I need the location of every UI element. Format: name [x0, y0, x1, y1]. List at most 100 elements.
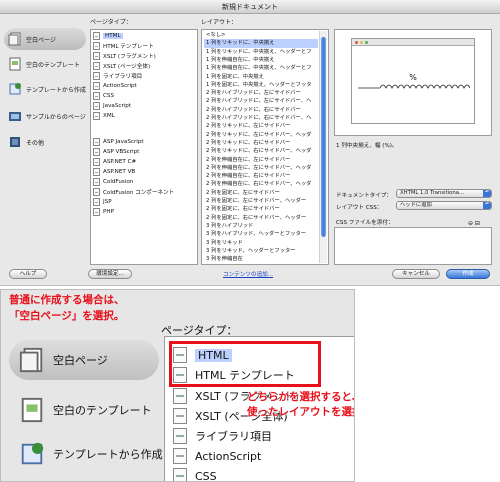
zoom-sidebar-item-blank-template[interactable]: 空白のテンプレート: [9, 390, 159, 430]
list-item[interactable]: ColdFusion コンポーネント: [93, 187, 174, 196]
preview-window-bar: [352, 39, 474, 46]
zoomed-dialog-callout: 普通に作成する場合は、 「空白ページ」を選択。 ページタイプ： 空白ページ 空白…: [0, 289, 355, 482]
list-item[interactable]: XSLT (フラグメント): [93, 51, 156, 60]
layout-list-item[interactable]: 2 列をリキッドに、左にサイドバー: [204, 122, 318, 130]
list-item[interactable]: ASP JavaScript: [93, 137, 144, 146]
attach-css-tools[interactable]: ⊖ ⊟: [468, 220, 480, 227]
attach-css-label: CSS ファイルを添付：: [336, 220, 394, 226]
sample-page-icon: [9, 112, 21, 121]
php-file-icon: [93, 207, 100, 216]
dialog-title: 新規ドキュメント: [222, 3, 278, 11]
layout-list-item[interactable]: 1 列をリキッドに、中央揃え: [204, 39, 318, 48]
layout-list-item[interactable]: 2 列を固定に、右にサイドバー、ヘッダー: [204, 214, 318, 222]
sidebar-item-from-template[interactable]: テンプレートから作成: [4, 78, 86, 100]
list-item[interactable]: HTML テンプレート: [93, 41, 154, 50]
layout-list[interactable]: <なし> 1 列をリキッドに、中央揃え 1 列をリキッドに、中央揃え、ヘッダーとフ 1…: [201, 29, 329, 265]
layout-list-item[interactable]: 1 列を伸縮自在に、中央揃え: [204, 56, 318, 64]
sidebar-item-label: 空白ページ: [26, 36, 56, 44]
list-item[interactable]: CSS: [173, 467, 217, 481]
template-icon: [9, 83, 21, 95]
layout-list-item[interactable]: 1 列をリキッドに、中央揃え、ヘッダーとフ: [204, 48, 318, 56]
create-button[interactable]: 作成: [446, 269, 490, 279]
layout-list-item[interactable]: 2 列をリキッドに、右にサイドバー: [204, 139, 318, 147]
sidebar-item-sample-page[interactable]: サンプルからのページ: [4, 105, 86, 127]
sidebar-item-label: その他: [26, 139, 45, 147]
list-item[interactable]: ActionScript: [93, 81, 137, 90]
layout-list-item[interactable]: 2 列をハイブリッドに、左にサイドバー、ヘ: [204, 97, 318, 105]
layout-list-item[interactable]: 3 列をリキッド、ヘッダーとフッター: [204, 247, 318, 255]
add-content-link[interactable]: コンテンツの追加...: [223, 270, 273, 278]
sidebar-item-label: テンプレートから作成: [26, 86, 86, 94]
coldfusion-file-icon: [93, 187, 100, 196]
layout-list-item[interactable]: 1 列を固定に、中央揃え: [204, 73, 318, 81]
attached-css-list[interactable]: [334, 227, 492, 265]
xslt-file-icon: [173, 388, 187, 404]
layout-list-item[interactable]: 2 列をリキッドに、左にサイドバー、ヘッダ: [204, 131, 318, 139]
xslt-file-icon: [173, 408, 187, 424]
cancel-button[interactable]: キャンセル: [392, 269, 440, 279]
sidebar-item-other[interactable]: その他: [4, 131, 86, 153]
aspnet-file-icon: [93, 167, 100, 176]
layout-list-item[interactable]: 3 列をリキッド: [204, 239, 318, 247]
list-item[interactable]: PHP: [93, 207, 114, 216]
layout-list-item[interactable]: 2 列をリキッドに、右にサイドバー、ヘッダ: [204, 147, 318, 155]
instruction-note: 普通に作成する場合は、 「空白ページ」を選択。: [9, 294, 125, 322]
preview-width-spring-icon: [358, 84, 470, 89]
page-type-list[interactable]: HTML HTML テンプレート XSLT (フラグメント) XSLT (ページ…: [90, 29, 198, 265]
layout-css-select[interactable]: ヘッドに追加: [396, 201, 492, 210]
layout-list-item[interactable]: 3 列をハイブリッド、ヘッダーとフッター: [204, 230, 318, 238]
layout-list-item[interactable]: 1 列を伸縮自在に、中央揃え、ヘッダーとフ: [204, 64, 318, 72]
list-item[interactable]: ASP.NET C#: [93, 157, 136, 166]
help-button[interactable]: ヘルプ: [9, 269, 47, 279]
sidebar-item-blank-template[interactable]: 空白のテンプレート: [4, 53, 86, 75]
layout-description: 1 列中央揃え、幅 (%)。: [336, 143, 398, 149]
list-item[interactable]: CSS: [93, 91, 114, 100]
list-item[interactable]: ライブラリ項目: [173, 427, 272, 445]
zoom-sidebar-item-from-template[interactable]: テンプレートから作成: [9, 434, 163, 474]
layout-scrollbar[interactable]: [319, 31, 327, 263]
layout-list-item[interactable]: <なし>: [204, 31, 318, 39]
layout-list-item[interactable]: 3 列を伸縮自在: [204, 255, 318, 263]
callout-note: どちらかを選択すると、CSSを 使ったレイアウトを選択できる。: [247, 391, 354, 418]
list-item[interactable]: ライブラリ項目: [93, 71, 142, 80]
blank-page-icon: [19, 347, 43, 373]
list-item[interactable]: XML: [93, 111, 115, 120]
list-item[interactable]: HTML: [93, 31, 123, 40]
sidebar-item-blank-page[interactable]: 空白ページ: [4, 28, 86, 50]
list-item[interactable]: ColdFusion: [93, 177, 133, 186]
doctype-select[interactable]: XHTML 1.0 Transitiona...: [396, 189, 492, 198]
scrollbar-thumb[interactable]: [321, 37, 326, 237]
layout-list-item[interactable]: 1 列を固定に、中央揃え、ヘッダーとフッタ: [204, 81, 318, 89]
chevron-updown-icon: [483, 190, 491, 197]
layout-list-item[interactable]: 2 列をハイブリッドに、左にサイドバー: [204, 89, 318, 97]
layout-list-item[interactable]: 2 列を伸縮自在に、右にサイドバー: [204, 172, 318, 180]
sidebar-item-label: サンプルからのページ: [26, 113, 86, 121]
xslt-file-icon: [93, 61, 100, 70]
list-item[interactable]: ActionScript: [173, 447, 261, 465]
list-item[interactable]: ASP.NET VB: [93, 167, 135, 176]
preferences-button[interactable]: 環境設定...: [88, 269, 132, 279]
layout-list-item[interactable]: 2 列を固定に、左にサイドバー: [204, 189, 318, 197]
xml-file-icon: [93, 111, 100, 120]
list-item[interactable]: JavaScript: [93, 101, 131, 110]
layout-list-item[interactable]: 3 列をハイブリッド: [204, 222, 318, 230]
template-file-icon: [93, 41, 100, 50]
jsp-file-icon: [93, 197, 100, 206]
layout-header: レイアウト：: [201, 19, 238, 26]
layout-list-item[interactable]: 2 列を固定に、右にサイドバー: [204, 205, 318, 213]
zoom-sidebar-item-blank-page[interactable]: 空白ページ: [9, 340, 159, 380]
layout-list-item[interactable]: 2 列を伸縮自在に、左にサイドバー、ヘッダ: [204, 164, 318, 172]
category-sidebar: 空白ページ 空白のテンプレート テンプレートから作成 サンプルからのページ その…: [4, 28, 86, 264]
chevron-updown-icon: [483, 202, 491, 209]
layout-list-item[interactable]: 2 列を固定に、左にサイドバー、ヘッダー: [204, 197, 318, 205]
layout-list-item[interactable]: 2 列をハイブリッドに、右にサイドバー: [204, 106, 318, 114]
layout-list-item[interactable]: 2 列を伸縮自在に、左にサイドバー: [204, 156, 318, 164]
list-item[interactable]: XSLT (ページ全体): [93, 61, 150, 70]
layout-css-label: レイアウト CSS：: [336, 205, 383, 211]
layout-list-item[interactable]: 2 列をハイブリッドに、右にサイドバー、ヘ: [204, 114, 318, 122]
layout-list-item[interactable]: 2 列を伸縮自在に、右にサイドバー、ヘッダ: [204, 180, 318, 188]
list-item[interactable]: ASP VBScript: [93, 147, 139, 156]
library-file-icon: [173, 428, 187, 444]
preview-percent: %: [409, 73, 417, 82]
list-item[interactable]: JSP: [93, 197, 112, 206]
